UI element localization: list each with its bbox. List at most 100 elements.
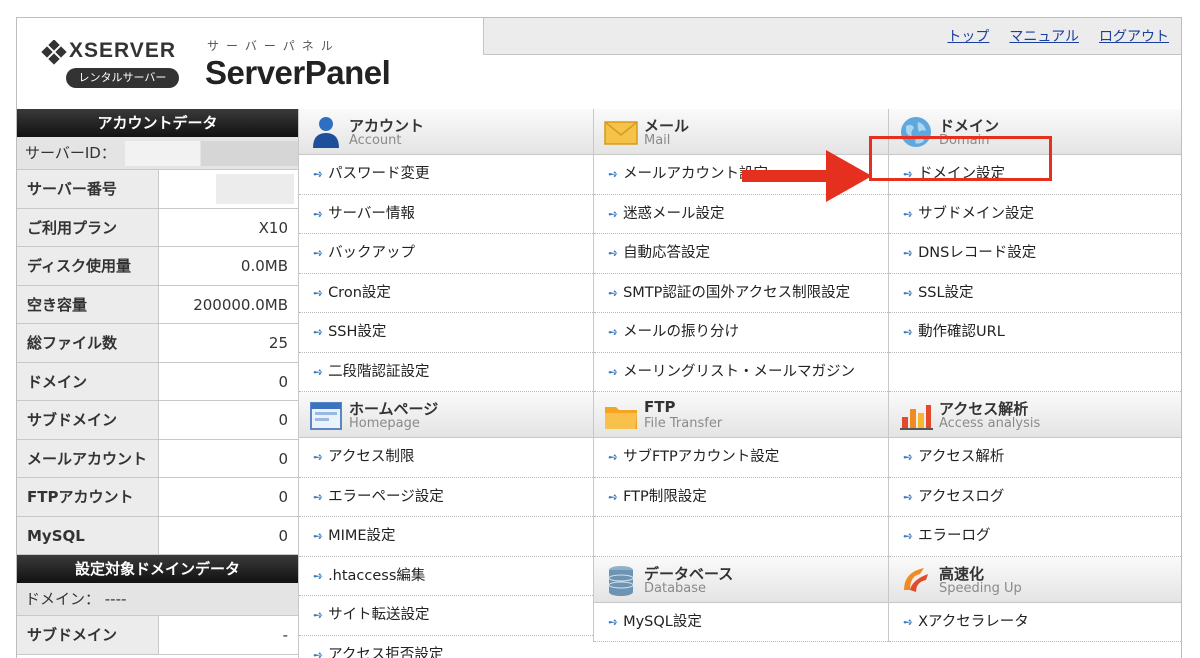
category-subtitle: Speeding Up [939, 580, 1022, 596]
top-nav-bar: トップ マニュアル ログアウト [483, 18, 1181, 55]
browser-window-icon [310, 402, 342, 430]
category-speeding-up: 高速化 Speeding Up [889, 556, 1181, 603]
menu-item-test-url[interactable]: ➺ 動作確認URL [889, 313, 1181, 353]
account-row-value: 0 [278, 411, 288, 429]
menu-item-subdomain-settings[interactable]: ➺ サブドメイン設定 [889, 195, 1181, 234]
menu-item-access-analysis[interactable]: ➺ アクセス解析 [889, 438, 1181, 478]
category-access-analysis: アクセス解析 Access analysis [889, 392, 1181, 438]
item-arrow-icon: ➺ [608, 325, 619, 339]
item-arrow-icon: ➺ [903, 529, 914, 543]
account-row-value: 0 [278, 372, 288, 391]
account-row: サブドメイン 0 [17, 401, 298, 440]
account-row-label: MySQL [17, 516, 159, 554]
menu-item-dns-record[interactable]: ➺ DNSレコード設定 [889, 234, 1181, 274]
menu-item-password-change[interactable]: ➺ パスワード変更 [299, 155, 593, 195]
menu-item-htaccess[interactable]: ➺ .htaccess編集 [299, 557, 593, 596]
item-arrow-icon: ➺ [313, 568, 324, 583]
item-arrow-icon: ➺ [313, 489, 324, 504]
menu-item-access-log[interactable]: ➺ アクセスログ [889, 478, 1181, 517]
domain-data-row: サブドメイン - [17, 616, 298, 655]
item-arrow-icon: ➺ [903, 285, 914, 300]
server-id-mask [201, 141, 298, 166]
menu-item-access-deny[interactable]: ➺ アクセス拒否設定 [299, 636, 593, 658]
item-arrow-icon: ➺ [313, 206, 324, 221]
menu-item-server-info[interactable]: ➺ サーバー情報 [299, 195, 593, 234]
menu-item-sub-ftp[interactable]: ➺ サブFTPアカウント設定 [594, 438, 888, 478]
category-subtitle: File Transfer [644, 416, 723, 431]
menu-item-mailing-list[interactable]: ➺ メーリングリスト・メールマガジン [594, 353, 888, 392]
server-id-row: サーバーID： [17, 137, 298, 170]
user-icon [313, 117, 339, 148]
menu-item-two-factor[interactable]: ➺ 二段階認証設定 [299, 353, 593, 392]
menu-item-cron[interactable]: ➺ Cron設定 [299, 274, 593, 313]
account-row-label: ご利用プラン [17, 208, 159, 246]
menu-item-error-log[interactable]: ➺ エラーログ [889, 517, 1181, 557]
account-row-label: FTPアカウント [17, 478, 159, 516]
category-homepage: ホームページ Homepage [299, 392, 593, 438]
item-arrow-icon: ➺ [313, 529, 324, 543]
menu-item-ssh[interactable]: ➺ SSH設定 [299, 313, 593, 353]
domain-data-title: 設定対象ドメインデータ [17, 555, 298, 583]
menu-item-auto-reply[interactable]: ➺ 自動応答設定 [594, 234, 888, 274]
xserver-diamond-icon [41, 40, 67, 65]
category-title: FTP [644, 398, 676, 416]
account-row-value [159, 170, 298, 208]
account-row: メールアカウント 0 [17, 439, 298, 478]
server-id-mask [125, 141, 200, 166]
category-mail: メール Mail [594, 109, 888, 155]
account-row-value: 0 [278, 526, 288, 545]
menu-item-mail-filter[interactable]: ➺ メールの振り分け [594, 313, 888, 353]
category-ftp: FTP File Transfer [594, 392, 888, 438]
menu-item-access-restriction[interactable]: ➺ アクセス制限 [299, 438, 593, 478]
menu-item-mime[interactable]: ➺ MIME設定 [299, 517, 593, 557]
menu-item-mysql[interactable]: ➺ MySQL設定 [594, 603, 888, 642]
item-arrow-icon: ➺ [608, 489, 619, 504]
account-row: 総ファイル数 25 [17, 324, 298, 363]
panel-title: ServerPanel [205, 54, 391, 91]
account-row: ディスク使用量 0.0MB [17, 247, 298, 286]
account-row-value: 0 [278, 449, 288, 468]
account-row-label: サーバー番号 [17, 170, 159, 208]
item-arrow-icon: ➺ [608, 364, 619, 379]
server-panel-frame: XSERVER レンタルサーバー サーバーパネル ServerPanel トップ… [16, 17, 1182, 658]
logout-link[interactable]: ログアウト [1099, 26, 1169, 46]
account-row-value: 0 [278, 488, 288, 506]
menu-item-x-accelerator[interactable]: ➺ Xアクセラレータ [889, 603, 1181, 642]
manual-link[interactable]: マニュアル [1009, 26, 1079, 46]
category-subtitle: Account [349, 133, 402, 148]
item-arrow-icon: ➺ [313, 647, 324, 658]
account-row-label: メールアカウント [17, 439, 159, 477]
menu-item-site-redirect[interactable]: ➺ サイト転送設定 [299, 596, 593, 636]
account-row-value: 0.0MB [240, 257, 288, 275]
item-arrow-icon: ➺ [313, 608, 324, 622]
menu-item-error-page[interactable]: ➺ エラーページ設定 [299, 478, 593, 517]
menu-item-ssl[interactable]: ➺ SSL設定 [889, 274, 1181, 313]
item-arrow-icon: ➺ [903, 325, 914, 339]
menu-item-ftp-restriction[interactable]: ➺ FTP制限設定 [594, 478, 888, 517]
account-row: MySQL 0 [17, 516, 298, 555]
category-subtitle: Database [644, 580, 707, 596]
server-number-mask [216, 174, 294, 204]
menu-item-backup[interactable]: ➺ バックアップ [299, 234, 593, 274]
account-row-label: ドメイン [17, 362, 159, 400]
folder-icon [605, 407, 637, 429]
account-row: ドメイン 0 [17, 362, 298, 401]
xserver-logo[interactable]: XSERVER レンタルサーバー [41, 38, 191, 94]
database-icon [608, 565, 634, 596]
account-data-panel: アカウントデータ サーバーID： サーバー番号 ご利用プラン X10 ディスク使… [17, 109, 298, 655]
item-arrow-icon: ➺ [608, 285, 619, 300]
account-row-value: 200000.0MB [193, 295, 288, 314]
envelope-icon [604, 121, 638, 145]
item-arrow-icon: ➺ [903, 450, 914, 464]
top-link[interactable]: トップ [947, 26, 989, 46]
account-row: サーバー番号 [17, 170, 298, 209]
brand-name: XSERVER [69, 39, 176, 62]
domain-row: ドメイン： ---- [17, 583, 298, 616]
account-row-label: サブドメイン [17, 401, 159, 439]
account-row-value: 25 [268, 334, 288, 352]
item-arrow-icon: ➺ [608, 614, 619, 629]
category-account: アカウント Account [299, 109, 593, 155]
panel-kana: サーバーパネル [207, 39, 340, 53]
menu-item-smtp-restriction[interactable]: ➺ SMTP認証の国外アクセス制限設定 [594, 274, 888, 313]
item-arrow-icon: ➺ [313, 167, 324, 181]
